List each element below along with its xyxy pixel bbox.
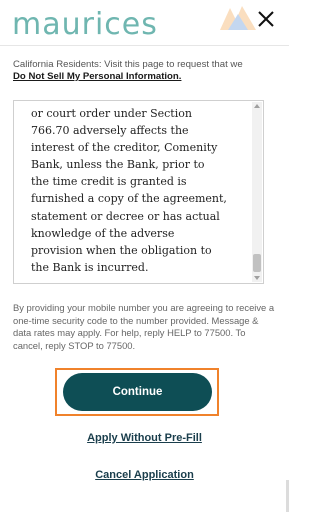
sms-disclaimer: By providing your mobile number you are … — [13, 302, 275, 351]
california-notice: California Residents: Visit this page to… — [13, 59, 243, 70]
close-button[interactable] — [255, 8, 277, 30]
terms-scroll-box[interactable]: or court order under Section 766.70 adve… — [13, 100, 264, 284]
scrollbar-thumb[interactable] — [253, 254, 261, 272]
terms-text: or court order under Section 766.70 adve… — [31, 107, 227, 274]
scroll-down-arrow-icon[interactable] — [254, 276, 260, 280]
do-not-sell-link[interactable]: Do Not Sell My Personal Information. — [13, 71, 181, 82]
continue-button[interactable]: Continue — [63, 373, 212, 411]
apply-without-prefill-link[interactable]: Apply Without Pre-Fill — [0, 432, 289, 444]
close-icon — [258, 11, 274, 27]
header-divider — [0, 45, 289, 46]
edge-shadow — [286, 480, 289, 512]
scroll-up-arrow-icon[interactable] — [254, 104, 260, 108]
terms-scrollbar[interactable] — [252, 102, 262, 282]
maurices-logo: maurices — [12, 7, 158, 42]
cancel-application-link[interactable]: Cancel Application — [0, 469, 289, 481]
background-logo-mark — [220, 6, 256, 30]
